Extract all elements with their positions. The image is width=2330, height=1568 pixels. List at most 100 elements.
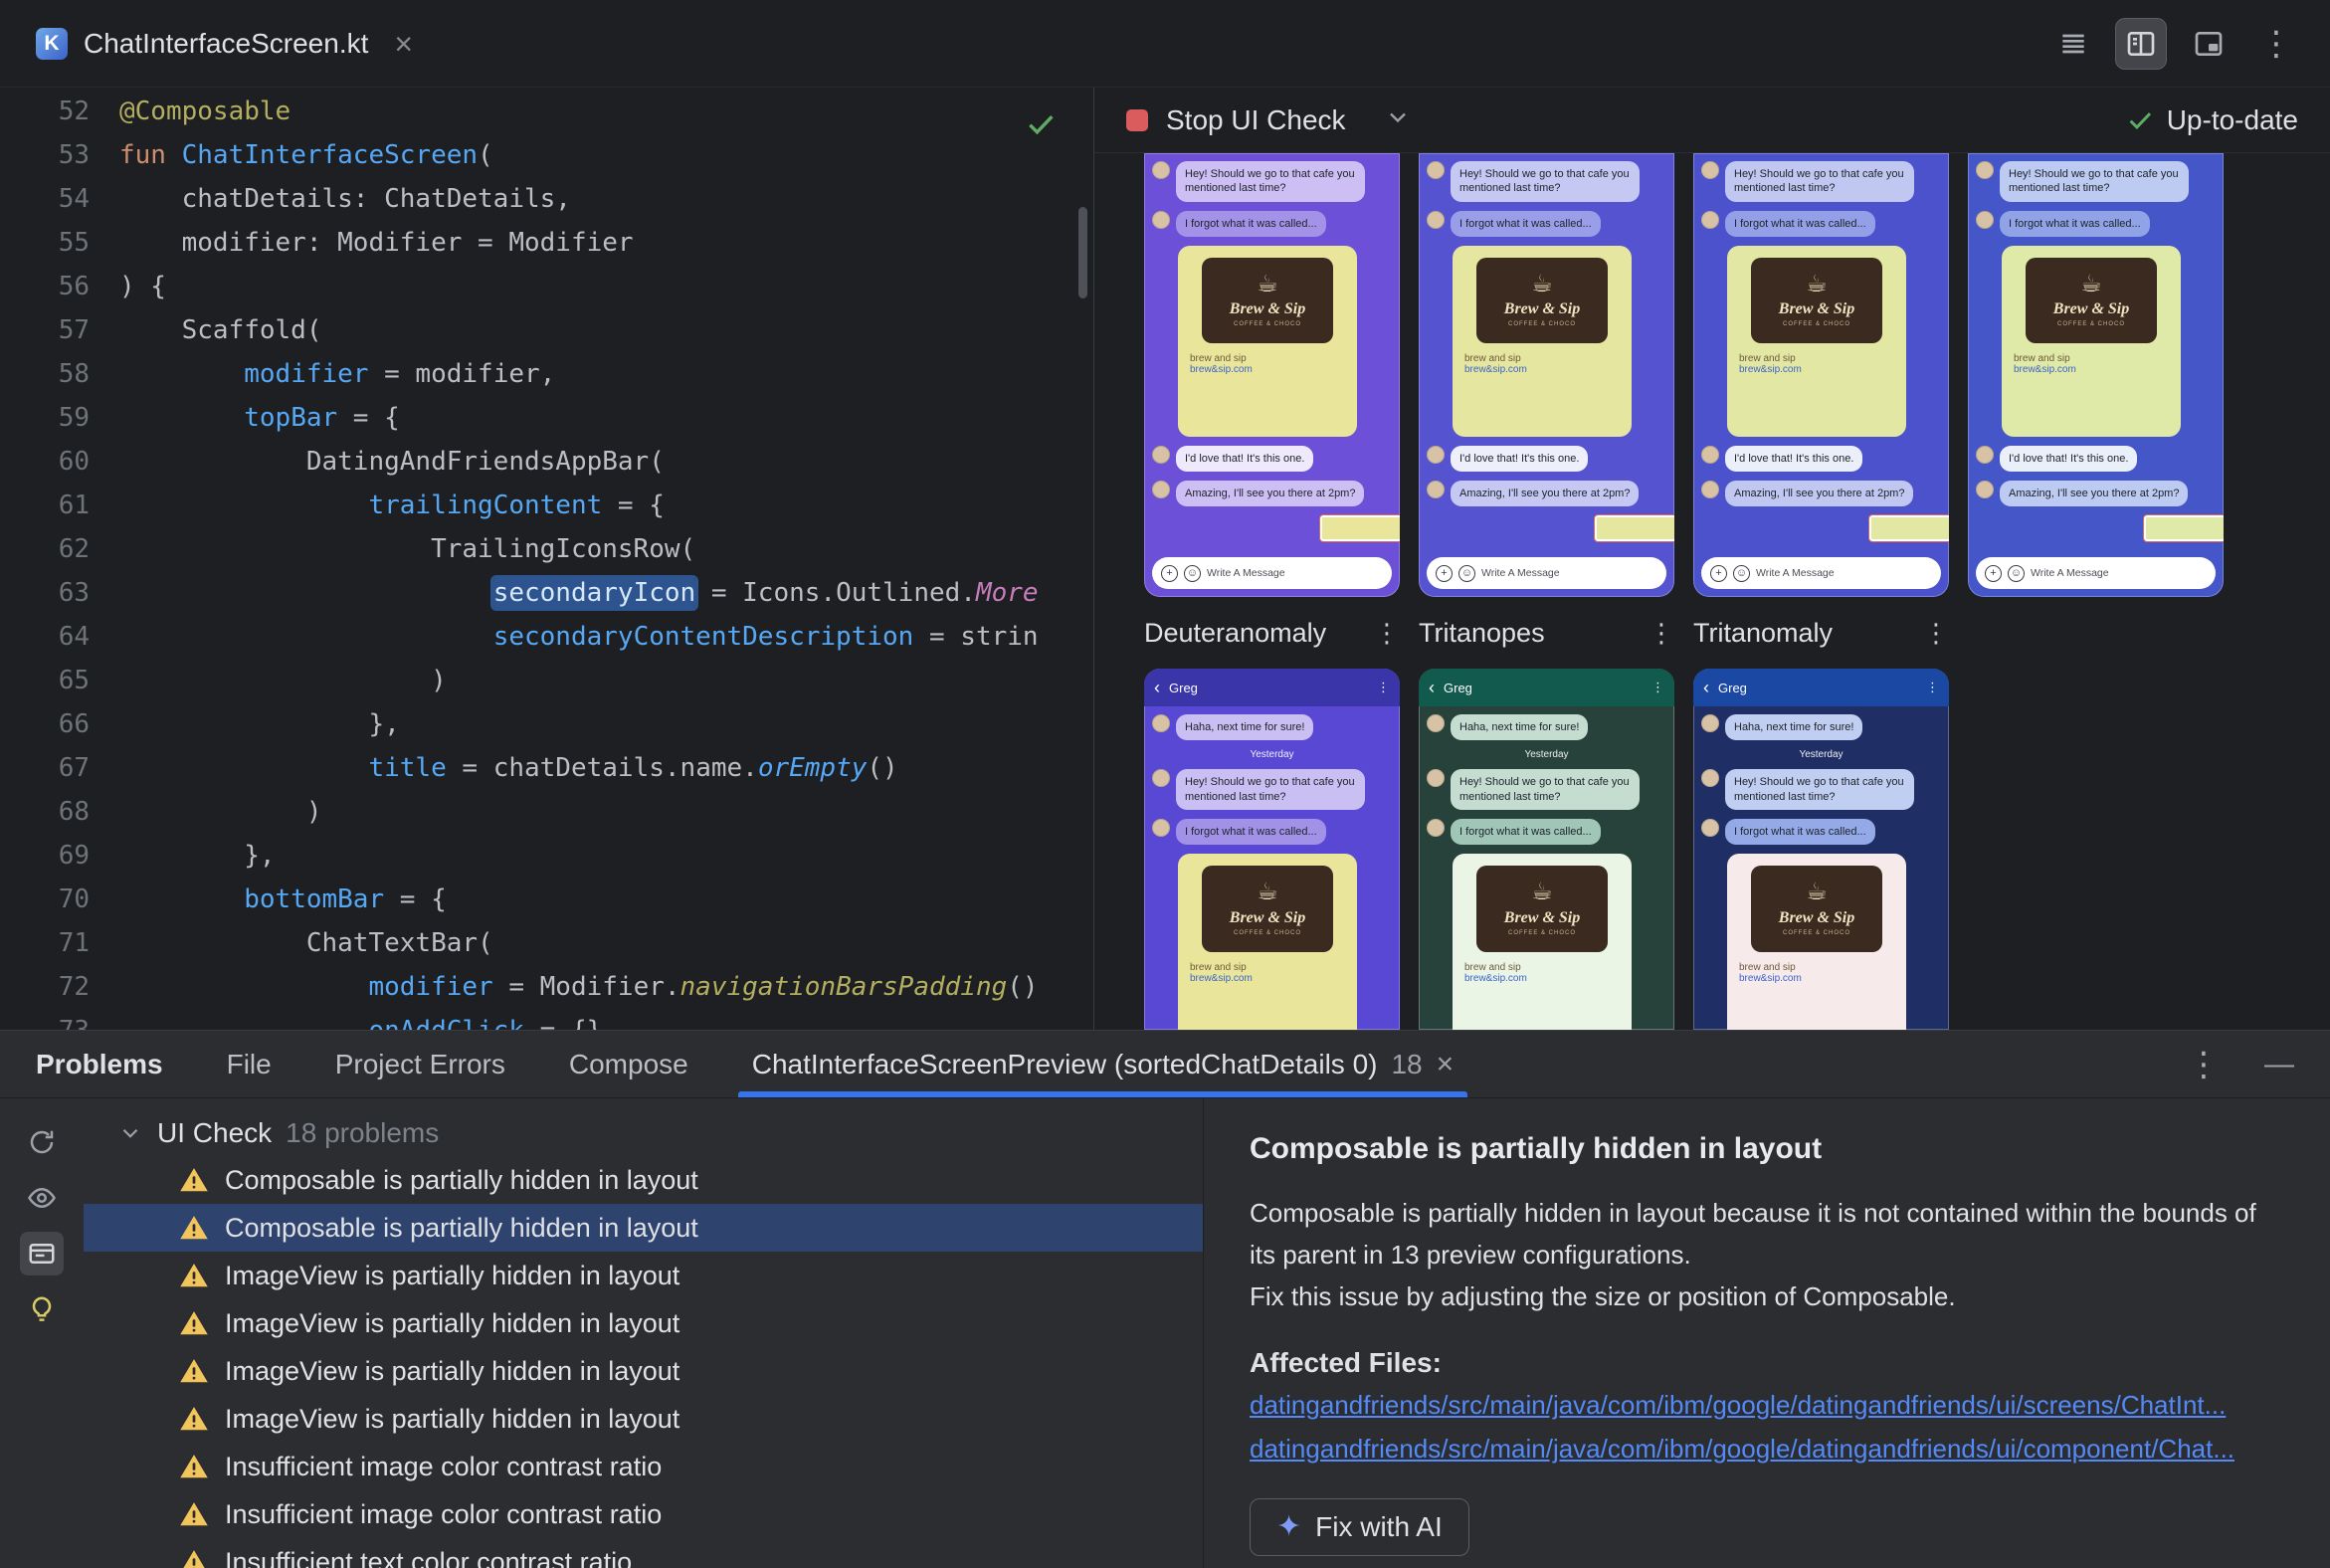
add-icon[interactable]: +	[1161, 564, 1178, 582]
tab-file[interactable]: File	[227, 1031, 272, 1097]
problem-item[interactable]: Insufficient image color contrast ratio	[84, 1490, 1203, 1538]
emoji-icon[interactable]: ☺	[2008, 564, 2025, 582]
preview-view-icon[interactable]	[2183, 18, 2234, 70]
more-icon[interactable]: ⋮	[2250, 18, 2302, 70]
close-tab-icon[interactable]: ×	[394, 28, 413, 60]
add-icon[interactable]: +	[1436, 564, 1453, 582]
brand-subtitle: COFFEE & CHOCO	[1507, 929, 1576, 936]
code-line: 53 fun ChatInterfaceScreen(	[0, 133, 1093, 177]
problem-item[interactable]: Composable is partially hidden in layout	[84, 1204, 1203, 1252]
code-editor[interactable]: 52 @Composable 53 fun ChatInterfaceScreen(5…	[0, 88, 1094, 1030]
coffee-cup-icon: ☕	[1257, 270, 1278, 297]
brand-name: Brew & Sip	[1778, 300, 1855, 318]
line-number: 63	[58, 578, 90, 608]
problem-item[interactable]: ImageView is partially hidden in layout	[84, 1347, 1203, 1395]
list-view-icon[interactable]	[20, 1232, 64, 1275]
split-view-icon[interactable]	[2115, 17, 2167, 70]
chat-image-card: ☕ Brew & Sip COFFEE & CHOCO brew and sip bre…	[1178, 854, 1357, 1030]
chat-message: Haha, next time for sure!	[1152, 714, 1392, 741]
code-view-icon[interactable]	[2047, 18, 2099, 70]
line-number: 68	[58, 797, 90, 827]
editor-tab-bar: K ChatInterfaceScreen.kt × ⋮	[0, 0, 2330, 88]
emoji-icon[interactable]: ☺	[1458, 564, 1475, 582]
chat-bubble: I forgot what it was called...	[1176, 818, 1326, 846]
preview-canvas[interactable]: Hey! Should we go to that cafe you menti…	[1094, 153, 2330, 1030]
preview-eye-icon[interactable]	[20, 1176, 64, 1220]
avatar	[1152, 769, 1170, 788]
phone-preview[interactable]: Hey! Should we go to that cafe you menti…	[1144, 153, 1400, 597]
brand-logo: ☕ Brew & Sip COFFEE & CHOCO	[2026, 257, 2157, 344]
message-input[interactable]: + ☺ Write A Message	[1976, 557, 2216, 589]
chat-message: Amazing, I'll see you there at 2pm?	[1152, 481, 1392, 507]
card-caption: brew and sip	[1464, 353, 1521, 365]
problem-item[interactable]: ImageView is partially hidden in layout	[84, 1252, 1203, 1299]
add-icon[interactable]: +	[1985, 564, 2002, 582]
chevron-down-icon[interactable]	[117, 1120, 143, 1146]
message-input-placeholder: Write A Message	[1207, 567, 1285, 579]
emoji-icon[interactable]: ☺	[1733, 564, 1750, 582]
avatar	[1701, 210, 1719, 229]
problem-item[interactable]: ImageView is partially hidden in layout	[84, 1299, 1203, 1347]
rerun-check-icon[interactable]	[20, 1120, 64, 1164]
code-line: 65 )	[0, 659, 1093, 702]
editor-scrollbar[interactable]	[1078, 207, 1087, 298]
more-icon[interactable]: ⋮	[1649, 618, 1674, 649]
tool-window-title[interactable]: Problems	[36, 1049, 163, 1080]
lightbulb-icon[interactable]	[20, 1287, 64, 1331]
close-tab-icon[interactable]: ×	[1437, 1049, 1455, 1079]
chat-bubble: Hey! Should we go to that cafe you menti…	[1725, 769, 1914, 810]
brand-name: Brew & Sip	[1229, 908, 1306, 926]
message-input-placeholder: Write A Message	[2031, 567, 2109, 579]
stop-icon[interactable]	[1126, 108, 1148, 131]
affected-files-title: Affected Files:	[1250, 1347, 1442, 1378]
problem-item[interactable]: Insufficient text color contrast ratio	[84, 1538, 1203, 1568]
chat-bubble: Hey! Should we go to that cafe you menti…	[1725, 161, 1914, 202]
stop-ui-check-button[interactable]: Stop UI Check	[1166, 104, 1346, 136]
editor-tab[interactable]: K ChatInterfaceScreen.kt ×	[28, 0, 421, 87]
problem-item[interactable]: Insufficient image color contrast ratio	[84, 1443, 1203, 1490]
more-icon[interactable]: ⋮	[1374, 618, 1400, 649]
problems-tree: UI Check 18 problems Composable is parti…	[84, 1098, 1204, 1568]
phone-preview[interactable]: Hey! Should we go to that cafe you menti…	[1693, 153, 1949, 597]
more-icon: ⋮	[1377, 680, 1390, 694]
phone-preview[interactable]: ‹ Greg ⋮ Haha, next time for sure! Yesterday…	[1419, 669, 1674, 1030]
tab-project-errors[interactable]: Project Errors	[335, 1031, 505, 1097]
affected-file-link[interactable]: datingandfriends/src/main/java/com/ibm/g…	[1250, 1387, 2284, 1423]
message-input[interactable]: + ☺ Write A Message	[1152, 557, 1392, 589]
card-caption: brew and sip	[1739, 353, 1796, 365]
problem-item[interactable]: ImageView is partially hidden in layout	[84, 1395, 1203, 1443]
affected-file-link[interactable]: datingandfriends/src/main/java/com/ibm/g…	[1250, 1431, 2284, 1467]
problem-item[interactable]: Composable is partially hidden in layout	[84, 1156, 1203, 1204]
warning-icon	[183, 1550, 205, 1568]
inspection-ok-icon[interactable]	[1024, 107, 1058, 146]
phone-preview[interactable]: Hey! Should we go to that cafe you menti…	[1419, 153, 1674, 597]
panel-more-icon[interactable]: ⋮	[2187, 1048, 2221, 1081]
tab-compose[interactable]: Compose	[569, 1031, 688, 1097]
minimize-icon[interactable]: —	[2264, 1048, 2294, 1081]
emoji-icon[interactable]: ☺	[1184, 564, 1201, 582]
chat-message: Hey! Should we go to that cafe you menti…	[1701, 769, 1941, 810]
chat-image-card: ☕ Brew & Sip COFFEE & CHOCO brew and sip bre…	[2002, 245, 2181, 437]
coffee-cup-icon: ☕	[2080, 270, 2102, 297]
more-icon[interactable]: ⋮	[1923, 618, 1949, 649]
card-caption: brew and sip	[1190, 961, 1247, 973]
phone-preview[interactable]: Hey! Should we go to that cafe you menti…	[1968, 153, 2224, 597]
fix-with-ai-button[interactable]: ✦ Fix with AI	[1250, 1498, 1469, 1556]
avatar	[1701, 161, 1719, 179]
avatar	[1701, 769, 1719, 788]
add-icon[interactable]: +	[1710, 564, 1727, 582]
preview-label-text: Deuteranomaly	[1144, 617, 1327, 648]
problems-group-row[interactable]: UI Check 18 problems	[84, 1110, 1203, 1156]
chat-message: I'd love that! It's this one.	[1701, 445, 1941, 473]
tab-chatinterfacescreenpreview-sortedchatdetails-0-[interactable]: ChatInterfaceScreenPreview (sortedChatDe…	[737, 1031, 1468, 1097]
chat-message: I'd love that! It's this one.	[1427, 445, 1666, 473]
message-input[interactable]: + ☺ Write A Message	[1427, 557, 1666, 589]
chevron-down-icon[interactable]	[1384, 103, 1412, 136]
phone-preview[interactable]: ‹ Greg ⋮ Haha, next time for sure! Yesterday…	[1144, 669, 1400, 1030]
sync-status-label: Up-to-date	[2166, 103, 2298, 135]
chat-message: Amazing, I'll see you there at 2pm?	[1427, 481, 1666, 507]
chat-message: I forgot what it was called...	[1976, 210, 2216, 237]
phone-preview[interactable]: ‹ Greg ⋮ Haha, next time for sure! Yesterday…	[1693, 669, 1949, 1030]
message-input[interactable]: + ☺ Write A Message	[1701, 557, 1941, 589]
warning-icon	[180, 1502, 208, 1526]
